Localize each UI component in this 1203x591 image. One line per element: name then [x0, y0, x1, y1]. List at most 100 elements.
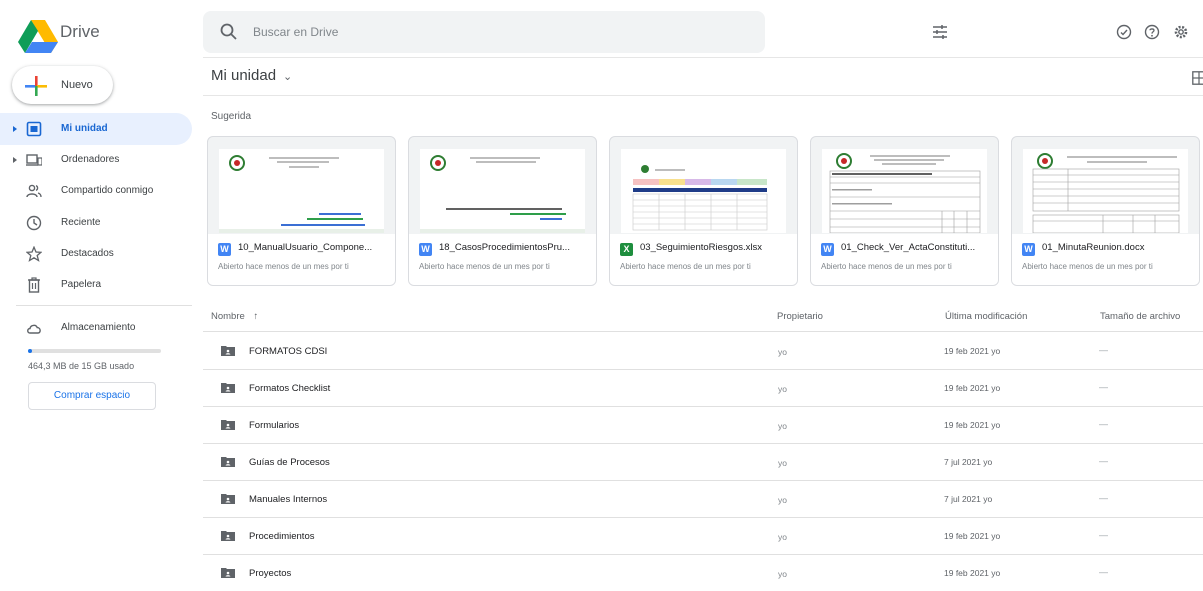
suggested-file-card[interactable]: W 01_MinutaReunion.docx Abierto hace men…: [1011, 136, 1200, 286]
table-row[interactable]: Formularios yo 19 feb 2021 yo —: [203, 406, 1203, 444]
file-info: W 01_Check_Ver_ActaConstituti... Abierto…: [811, 234, 998, 285]
app-name[interactable]: Drive: [60, 22, 100, 42]
row-owner: yo: [778, 384, 787, 394]
row-owner: yo: [778, 495, 787, 505]
page-title-text[interactable]: Mi unidad: [211, 67, 276, 84]
sidebar-item-computers[interactable]: Ordenadores: [0, 144, 192, 176]
file-subtitle: Abierto hace menos de un mes por ti: [419, 262, 550, 271]
row-name: Proyectos: [249, 568, 292, 579]
search-bar[interactable]: Buscar en Drive: [203, 11, 947, 53]
row-modified: 19 feb 2021 yo: [944, 568, 1001, 578]
file-list-header: Nombre ↑ Propietario Última modificación…: [203, 300, 1203, 332]
buy-storage-button[interactable]: Comprar espacio: [28, 382, 156, 410]
storage-label: Almacenamiento: [61, 322, 136, 333]
column-header-name-label[interactable]: Nombre: [211, 311, 245, 322]
file-thumbnail: [420, 149, 585, 233]
sidebar-item-label: Papelera: [61, 279, 102, 290]
table-row[interactable]: Manuales Internos yo 7 jul 2021 yo —: [203, 480, 1203, 518]
file-name: 03_SeguimientoRiesgos.xlsx: [640, 242, 762, 253]
row-size: —: [1099, 419, 1108, 429]
column-header-modified[interactable]: Última modificación: [945, 311, 1027, 322]
row-size: —: [1099, 567, 1108, 577]
column-header-owner[interactable]: Propietario: [777, 311, 823, 322]
new-button[interactable]: Nuevo: [12, 66, 113, 104]
table-row[interactable]: Formatos Checklist yo 19 feb 2021 yo —: [203, 369, 1203, 407]
row-modified: 7 jul 2021 yo: [944, 457, 993, 467]
storage-usage-text: 464,3 MB de 15 GB usado: [28, 361, 135, 371]
sidebar-item-label: Ordenadores: [61, 154, 120, 165]
suggested-heading: Sugerida: [211, 111, 252, 122]
sidebar-item-label: Mi unidad: [61, 123, 108, 134]
file-info: W 01_MinutaReunion.docx Abierto hace men…: [1012, 234, 1199, 285]
suggested-file-card[interactable]: W 18_CasosProcedimientosPru... Abierto h…: [408, 136, 597, 286]
sidebar-item-storage[interactable]: Almacenamiento: [0, 312, 192, 344]
settings-gear-icon[interactable]: [1173, 24, 1189, 40]
word-file-icon: W: [419, 243, 432, 256]
row-owner: yo: [778, 347, 787, 357]
suggested-file-card[interactable]: W 10_ManualUsuario_Compone... Abierto ha…: [207, 136, 396, 286]
shared-folder-icon: [221, 531, 235, 541]
row-name: FORMATOS CDSI: [249, 346, 328, 357]
sidebar-divider: [16, 305, 192, 306]
page-title[interactable]: Mi unidad ⌄: [211, 67, 292, 84]
sidebar-item-starred[interactable]: Destacados: [0, 238, 192, 270]
table-row[interactable]: Procedimientos yo 19 feb 2021 yo —: [203, 517, 1203, 555]
cloud-icon: [27, 324, 41, 334]
row-size: —: [1099, 493, 1108, 503]
sidebar-item-label: Destacados: [61, 248, 114, 259]
file-name: 01_Check_Ver_ActaConstituti...: [841, 242, 976, 253]
sidebar-item-label: Compartido conmigo: [61, 185, 154, 196]
storage-usage-bar: [28, 349, 161, 353]
row-size: —: [1099, 382, 1108, 392]
row-owner: yo: [778, 532, 787, 542]
excel-file-icon: X: [620, 243, 633, 256]
row-owner: yo: [778, 421, 787, 431]
expand-arrow-icon[interactable]: [13, 126, 17, 132]
sidebar-item-my-drive[interactable]: Mi unidad: [0, 113, 192, 145]
sidebar-item-recent[interactable]: Reciente: [0, 207, 192, 239]
document-preview: [829, 153, 981, 233]
row-modified: 7 jul 2021 yo: [944, 494, 993, 504]
chevron-down-icon[interactable]: ⌄: [283, 70, 292, 83]
shared-folder-icon: [221, 568, 235, 578]
row-owner: yo: [778, 569, 787, 579]
shared-folder-icon: [221, 383, 235, 393]
grid-view-icon[interactable]: [1192, 71, 1203, 85]
table-row[interactable]: Proyectos yo 19 feb 2021 yo —: [203, 554, 1203, 591]
sidebar-item-label: Reciente: [61, 217, 101, 228]
file-subtitle: Abierto hace menos de un mes por ti: [620, 262, 751, 271]
column-header-size[interactable]: Tamaño de archivo: [1100, 311, 1180, 322]
file-thumbnail: [621, 149, 786, 233]
top-bar: Drive Buscar en Drive: [0, 0, 1203, 64]
file-subtitle: Abierto hace menos de un mes por ti: [821, 262, 952, 271]
top-divider: [203, 57, 1203, 58]
search-input[interactable]: Buscar en Drive: [253, 25, 338, 39]
row-modified: 19 feb 2021 yo: [944, 420, 1001, 430]
file-subtitle: Abierto hace menos de un mes por ti: [1022, 262, 1153, 271]
file-info: W 18_CasosProcedimientosPru... Abierto h…: [409, 234, 596, 285]
sidebar-item-shared[interactable]: Compartido conmigo: [0, 175, 192, 207]
file-name: 18_CasosProcedimientosPru...: [439, 242, 570, 253]
sidebar-item-trash[interactable]: Papelera: [0, 269, 192, 301]
word-file-icon: W: [1022, 243, 1035, 256]
row-name: Manuales Internos: [249, 494, 328, 505]
status-check-icon[interactable]: [1116, 24, 1132, 40]
file-subtitle: Abierto hace menos de un mes por ti: [218, 262, 349, 271]
help-icon[interactable]: [1144, 24, 1160, 40]
expand-arrow-icon[interactable]: [13, 157, 17, 163]
search-options-icon[interactable]: [931, 23, 949, 41]
sort-arrow-up-icon[interactable]: ↑: [253, 311, 258, 322]
table-row[interactable]: Guías de Procesos yo 7 jul 2021 yo —: [203, 443, 1203, 481]
suggested-file-card[interactable]: X 03_SeguimientoRiesgos.xlsx Abierto hac…: [609, 136, 798, 286]
row-owner: yo: [778, 458, 787, 468]
shared-folder-icon: [221, 420, 235, 430]
row-modified: 19 feb 2021 yo: [944, 383, 1001, 393]
row-name: Procedimientos: [249, 531, 315, 542]
suggested-file-card[interactable]: W 01_Check_Ver_ActaConstituti... Abierto…: [810, 136, 999, 286]
row-size: —: [1099, 530, 1108, 540]
word-file-icon: W: [821, 243, 834, 256]
search-icon[interactable]: [219, 22, 239, 42]
drive-logo-icon[interactable]: [18, 19, 58, 53]
table-row[interactable]: FORMATOS CDSI yo 19 feb 2021 yo —: [203, 332, 1203, 370]
column-header-name[interactable]: Nombre ↑: [211, 311, 258, 322]
